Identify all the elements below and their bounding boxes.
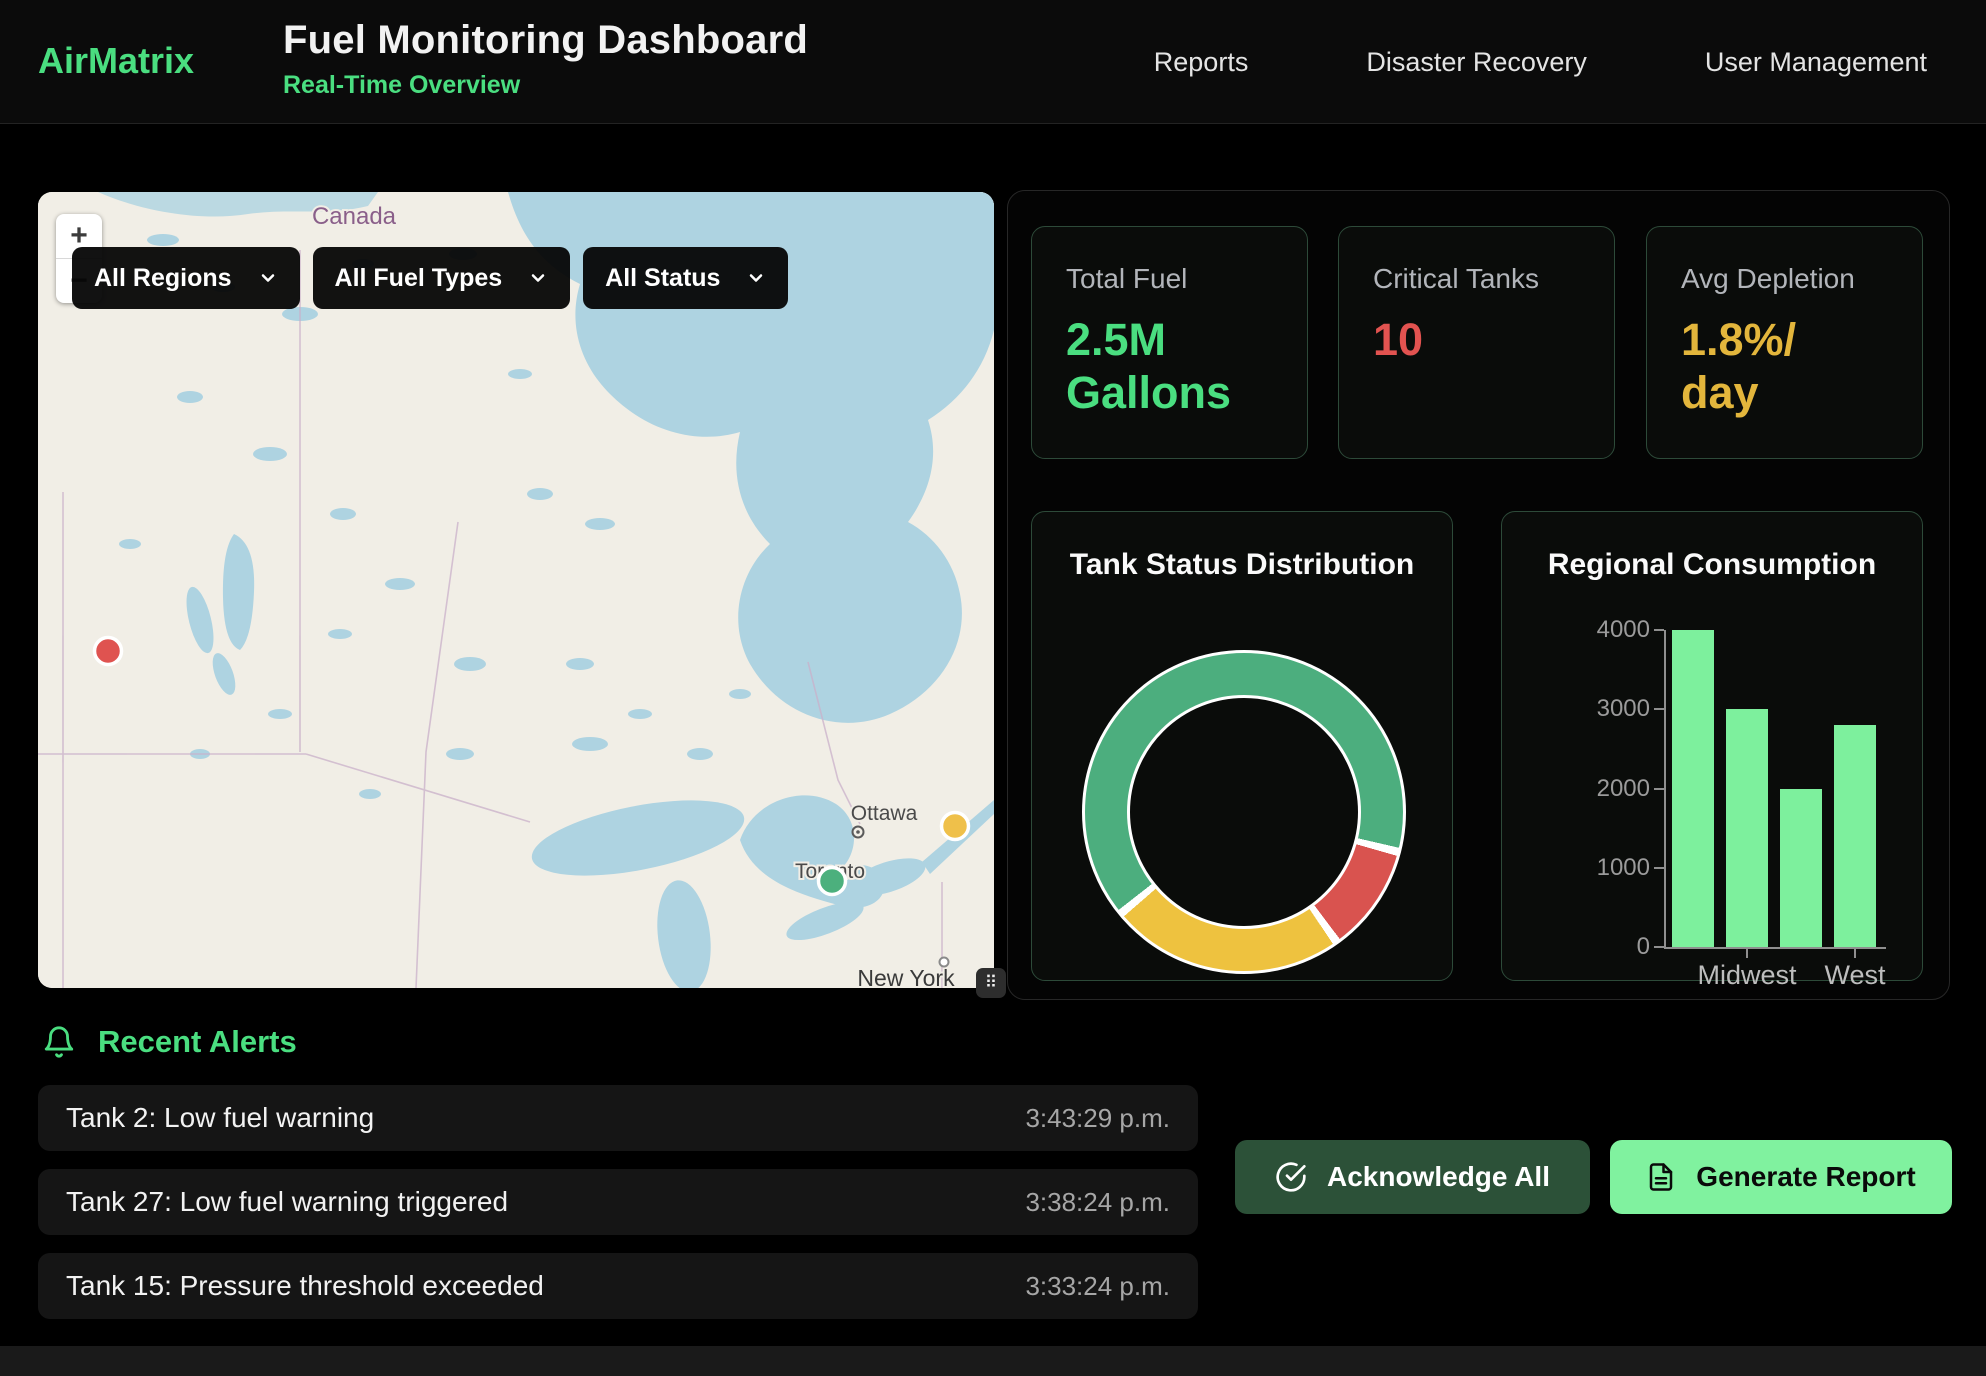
donut-hole <box>1127 695 1361 929</box>
map-label-newyork: New York <box>857 965 955 988</box>
chevron-down-icon <box>746 268 766 288</box>
y-tick-label: 3000 <box>1566 695 1650 723</box>
bar-West <box>1834 725 1876 947</box>
y-tick-label: 0 <box>1566 933 1650 961</box>
y-tick-mark <box>1654 788 1664 790</box>
y-tick-label: 2000 <box>1566 775 1650 803</box>
region-filter-value: All Regions <box>94 264 232 293</box>
bar-Midwest <box>1726 709 1768 947</box>
map-label-canada: Canada <box>312 203 397 230</box>
bar-region-3 <box>1780 789 1822 948</box>
y-axis <box>1664 630 1666 949</box>
check-circle-icon <box>1275 1161 1307 1193</box>
y-tick-mark <box>1654 629 1664 631</box>
y-tick-mark <box>1654 867 1664 869</box>
stat-value: 1.8%/day <box>1681 313 1888 419</box>
x-tick-mark <box>1746 949 1748 958</box>
recent-alerts-header: Recent Alerts <box>42 1024 297 1060</box>
region-filter-select[interactable]: All Regions <box>72 247 300 309</box>
title-block: Fuel Monitoring Dashboard Real-Time Over… <box>283 18 808 100</box>
x-axis <box>1664 947 1886 949</box>
stat-label: Total Fuel <box>1066 263 1273 295</box>
stat-card-avg-depletion: Avg Depletion 1.8%/day <box>1646 226 1923 459</box>
tank-status-donut-chart[interactable] <box>1082 650 1406 974</box>
x-category-label: West <box>1824 960 1885 991</box>
tank-marker-critical[interactable] <box>95 638 122 665</box>
acknowledge-all-label: Acknowledge All <box>1327 1161 1550 1193</box>
map-canvas[interactable]: Canada Ottawa Toronto New York + − All R… <box>38 192 994 988</box>
bar-region-1 <box>1672 630 1714 947</box>
resize-grip-icon[interactable]: ⠿ <box>976 968 1006 998</box>
generate-report-button[interactable]: Generate Report <box>1610 1140 1952 1214</box>
nav-disaster-recovery[interactable]: Disaster Recovery <box>1366 47 1587 78</box>
map-image: Canada Ottawa Toronto New York <box>38 192 994 988</box>
chevron-down-icon <box>528 268 548 288</box>
chevron-down-icon <box>258 268 278 288</box>
fuel-type-filter-value: All Fuel Types <box>335 264 503 293</box>
tank-marker-normal[interactable] <box>819 868 846 895</box>
tank-marker-warning[interactable] <box>942 813 969 840</box>
recent-alerts-title: Recent Alerts <box>98 1024 297 1060</box>
alert-text: Tank 2: Low fuel warning <box>66 1102 374 1134</box>
x-tick-mark <box>1854 949 1856 958</box>
alert-time: 3:38:24 p.m. <box>1025 1187 1170 1218</box>
map-label-ottawa: Ottawa <box>851 802 918 825</box>
report-document-icon <box>1646 1162 1676 1192</box>
overview-panel: Total Fuel 2.5MGallons Critical Tanks 10… <box>1007 190 1950 1000</box>
bell-icon <box>42 1024 76 1060</box>
alert-time: 3:33:24 p.m. <box>1025 1271 1170 1302</box>
donut-chart-title: Tank Status Distribution <box>1032 548 1452 582</box>
page-title: Fuel Monitoring Dashboard <box>283 18 808 63</box>
alert-row: Tank 2: Low fuel warning 3:43:29 p.m. <box>38 1085 1198 1151</box>
app-header: AirMatrix Fuel Monitoring Dashboard Real… <box>0 0 1986 124</box>
stat-card-total-fuel: Total Fuel 2.5MGallons <box>1031 226 1308 459</box>
alert-row: Tank 15: Pressure threshold exceeded 3:3… <box>38 1253 1198 1319</box>
bottom-strip <box>0 1346 1986 1376</box>
alert-row: Tank 27: Low fuel warning triggered 3:38… <box>38 1169 1198 1235</box>
y-tick-label: 1000 <box>1566 854 1650 882</box>
fuel-type-filter-select[interactable]: All Fuel Types <box>313 247 571 309</box>
stat-label: Avg Depletion <box>1681 263 1888 295</box>
y-tick-label: 4000 <box>1566 616 1650 644</box>
alert-text: Tank 15: Pressure threshold exceeded <box>66 1270 544 1302</box>
generate-report-label: Generate Report <box>1696 1161 1915 1193</box>
regional-consumption-bar-chart[interactable]: 01000200030004000MidwestWest <box>1502 512 1924 982</box>
y-tick-mark <box>1654 708 1664 710</box>
status-filter-select[interactable]: All Status <box>583 247 788 309</box>
status-filter-value: All Status <box>605 264 720 293</box>
nav-user-management[interactable]: User Management <box>1705 47 1927 78</box>
nav-reports[interactable]: Reports <box>1154 47 1249 78</box>
brand-logo: AirMatrix <box>38 40 194 82</box>
main-nav: Reports Disaster Recovery User Managemen… <box>1154 0 1927 124</box>
regional-consumption-chart-card: Regional Consumption 01000200030004000Mi… <box>1501 511 1923 981</box>
stat-card-critical-tanks: Critical Tanks 10 <box>1338 226 1615 459</box>
alert-text: Tank 27: Low fuel warning triggered <box>66 1186 508 1218</box>
x-category-label: Midwest <box>1697 960 1796 991</box>
stat-value: 2.5MGallons <box>1066 313 1273 419</box>
stat-value: 10 <box>1373 313 1580 366</box>
acknowledge-all-button[interactable]: Acknowledge All <box>1235 1140 1590 1214</box>
map-filters: All Regions All Fuel Types All Status <box>72 247 788 309</box>
y-tick-mark <box>1654 946 1664 948</box>
alert-time: 3:43:29 p.m. <box>1025 1103 1170 1134</box>
tank-status-chart-card: Tank Status Distribution <box>1031 511 1453 981</box>
page-subtitle: Real-Time Overview <box>283 71 808 100</box>
stat-label: Critical Tanks <box>1373 263 1580 295</box>
